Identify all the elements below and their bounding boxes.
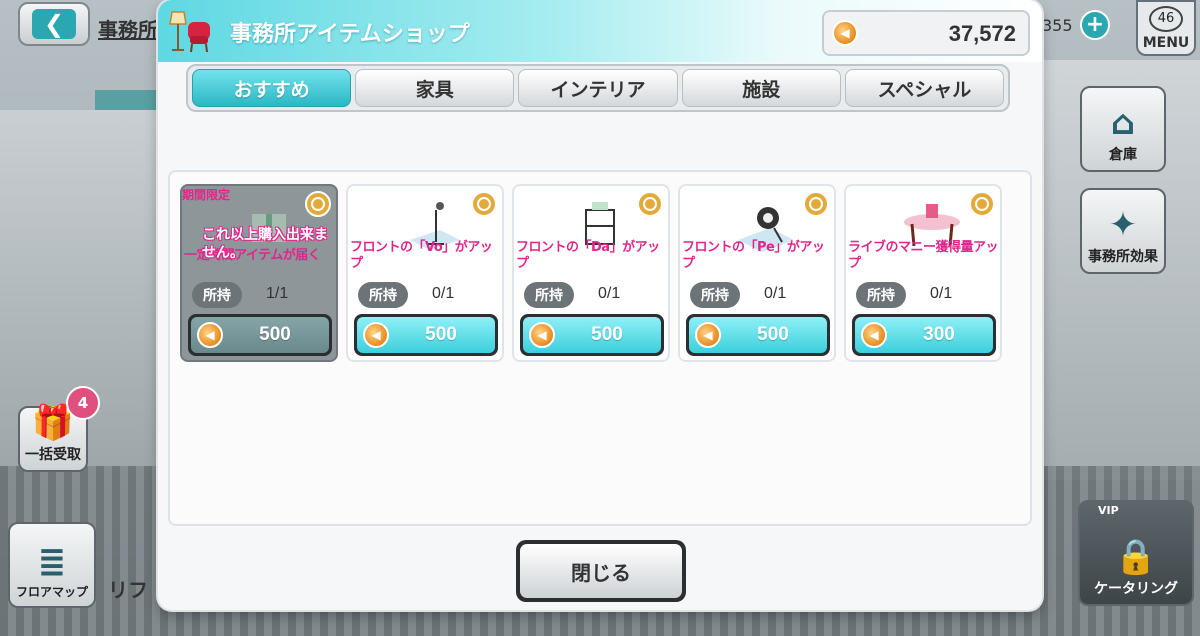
item-description: ライブのマニー獲得量アップ [848,240,999,271]
buy-button[interactable]: ◀ 500 [354,314,498,356]
price-label: 300 [923,324,955,345]
shop-item-card: フロントの「Pe」がアップ 所持 0/1 ◀ 500 [678,184,836,362]
close-button-label: 閉じる [520,544,682,598]
limited-time-label: 期間限定 [182,188,231,202]
buy-button[interactable]: ◀ 500 [520,314,664,356]
storage-button[interactable]: ⌂ 倉庫 [1080,86,1166,172]
menu-label: MENU [1142,35,1190,51]
coin-balance: ◀ 37,572 [822,10,1030,56]
item-list-panel: 期間限定 一定時間アイテムが届く これ以上購入出来ません。 所持 1/1 ◀ 5… [168,170,1032,526]
lift-label: リフ [108,578,148,602]
gift-count-badge: 4 [66,386,100,420]
dialog-title: 事務所アイテムショップ [230,22,470,47]
menu-button[interactable]: 46 MENU [1136,0,1196,56]
close-button[interactable]: 閉じる [516,540,686,602]
owned-value: 1/1 [266,285,289,302]
coin-badge-icon [803,191,829,217]
office-effect-button[interactable]: ✦ 事務所効果 [1080,188,1166,274]
item-description: フロントの「Pe」がアップ [682,240,825,271]
shop-item-card: フロントの「Da」がアップ 所持 0/1 ◀ 500 [512,184,670,362]
category-tabs: おすすめ 家具 インテリア 施設 スペシャル [186,64,1010,112]
price-label: 500 [425,324,457,345]
buy-button[interactable]: ◀ 500 [188,314,332,356]
price-label: 500 [591,324,623,345]
coin-icon: ◀ [832,20,858,46]
shop-item-card: フロントの「Vo」がアップ 所持 0/1 ◀ 500 [346,184,504,362]
owned-value: 0/1 [764,285,787,302]
bulk-receive-label: 一括受取 [25,447,81,463]
stamina-count: 355 [1042,16,1073,35]
coin-amount: 37,572 [948,21,1016,46]
price-label: 500 [757,324,789,345]
sparkle-icon: ✦ [1108,205,1138,245]
owned-label: 所持 [524,282,574,308]
layers-icon: ≣ [37,542,67,582]
add-plus-button[interactable]: + [1080,10,1110,40]
tab-interior[interactable]: インテリア [518,69,678,107]
floor-map-button[interactable]: ≣ フロアマップ [8,522,96,608]
shop-item-card: 期間限定 一定時間アイテムが届く これ以上購入出来ません。 所持 1/1 ◀ 5… [180,184,338,362]
owned-label: 所持 [690,282,740,308]
coin-badge-icon [305,191,331,217]
tab-furniture[interactable]: 家具 [355,69,515,107]
office-effect-label: 事務所効果 [1088,249,1158,265]
back-arrow-icon: ❮ [32,9,76,39]
owned-value: 0/1 [432,285,455,302]
floor-map-label: フロアマップ [15,585,88,599]
coin-badge-icon [471,191,497,217]
catering-button[interactable]: 🔒 ケータリング [1078,500,1194,606]
buy-button[interactable]: ◀ 500 [686,314,830,356]
coin-badge-icon [637,191,663,217]
furniture-icon [169,11,210,53]
owned-label: 所持 [358,282,408,308]
item-description: フロントの「Da」がアップ [516,240,660,271]
lock-icon: 🔒 [1114,537,1158,577]
item-description: フロントの「Vo」がアップ [350,240,493,271]
level-badge: 46 [1149,6,1183,32]
shop-item-card: ライブのマニー獲得量アップ 所持 0/1 ◀ 300 [844,184,1002,362]
buy-button[interactable]: ◀ 300 [852,314,996,356]
owned-value: 0/1 [930,285,953,302]
owned-label: 所持 [192,282,242,308]
catering-label: ケータリング [1094,581,1178,597]
sold-out-message: これ以上購入出来ません。 [202,227,328,261]
warehouse-icon: ⌂ [1110,103,1136,143]
office-title: 事務所 [98,18,158,42]
back-button[interactable]: ❮ [18,2,90,46]
tab-special[interactable]: スペシャル [844,69,1005,107]
vip-tag: VIP [1098,504,1119,517]
owned-value: 0/1 [598,285,621,302]
price-label: 500 [259,324,291,345]
tab-facility[interactable]: 施設 [681,69,841,107]
tab-recommended[interactable]: おすすめ [192,69,352,107]
coin-badge-icon [969,191,995,217]
owned-label: 所持 [856,282,906,308]
item-shop-dialog: 事務所アイテムショップ ◀ 37,572 おすすめ 家具 インテリア 施設 スペ… [158,0,1042,610]
storage-label: 倉庫 [1109,147,1137,163]
